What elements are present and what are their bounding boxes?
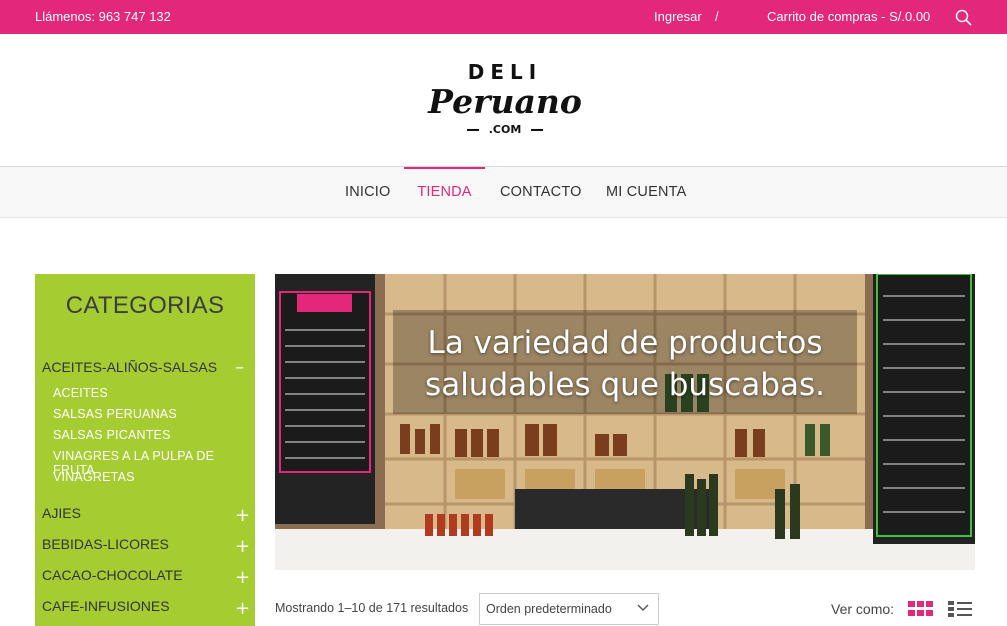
search-icon[interactable] xyxy=(955,9,973,27)
top-bar: Llámenos: 963 747 132 Ingresar / Carrito… xyxy=(0,0,1007,34)
subcategory-salsas-picantes[interactable]: SALSAS PICANTES xyxy=(53,428,171,442)
expand-icon[interactable]: + xyxy=(235,538,250,556)
chevron-down-icon xyxy=(636,601,650,615)
nav-item-contacto[interactable]: CONTACTO xyxy=(500,167,582,218)
order-select[interactable]: Orden predeterminado xyxy=(479,593,659,625)
category-cacao-chocolate[interactable]: CACAO-CHOCOLATE xyxy=(42,567,183,583)
view-as-label: Ver como: xyxy=(831,601,895,617)
category-cafe-infusiones[interactable]: CAFE-INFUSIONES xyxy=(42,598,170,614)
collapse-icon[interactable]: – xyxy=(235,359,244,377)
sidebar-title: CATEGORIAS xyxy=(65,292,225,319)
expand-icon[interactable]: + xyxy=(235,600,250,618)
order-select-value: Orden predeterminado xyxy=(486,602,612,616)
logo-line-peruano: Peruano xyxy=(428,82,582,121)
subcategory-salsas-peruanas[interactable]: SALSAS PERUANAS xyxy=(53,407,177,421)
nav-item-mi-cuenta[interactable]: MI CUENTA xyxy=(606,167,686,218)
category-bebidas-licores[interactable]: BEBIDAS-LICORES xyxy=(42,536,169,552)
store-shelves-illustration xyxy=(275,274,975,570)
logo-dash-left xyxy=(466,129,479,131)
logo-dash-right xyxy=(531,129,544,131)
login-link[interactable]: Ingresar xyxy=(654,9,702,24)
cart-link[interactable]: Carrito de compras - S/.0.00 xyxy=(767,9,930,24)
expand-icon[interactable]: + xyxy=(235,569,250,587)
category-aceites-alinos-salsas[interactable]: ACEITES-ALIÑOS-SALSAS xyxy=(42,359,217,375)
logo-line-deli: DELI xyxy=(467,60,543,84)
category-ajies[interactable]: AJIES xyxy=(42,505,81,521)
nav-item-tienda[interactable]: TIENDA xyxy=(404,167,485,218)
hero-banner[interactable]: La variedad de productos saludables que … xyxy=(275,274,975,570)
subcategory-aceites[interactable]: ACEITES xyxy=(53,386,108,400)
grid-view-icon[interactable] xyxy=(908,601,934,617)
banner-headline-line-2: saludables que buscabas. xyxy=(425,367,825,403)
subcategory-vinagretas[interactable]: VINAGRETAS xyxy=(53,470,135,484)
nav-item-inicio[interactable]: INICIO xyxy=(345,167,391,218)
expand-icon[interactable]: + xyxy=(235,507,250,525)
categories-sidebar: CATEGORIAS ACEITES-ALIÑOS-SALSAS – ACEIT… xyxy=(35,274,255,626)
logo-line-com: .COM xyxy=(420,122,590,138)
phone-number: Llámenos: 963 747 132 xyxy=(35,9,171,24)
top-separator: / xyxy=(715,9,719,24)
results-count: Mostrando 1–10 de 171 resultados xyxy=(275,601,469,615)
site-logo[interactable]: DELI Peruano .COM xyxy=(420,60,590,145)
banner-headline-line-1: La variedad de productos xyxy=(427,325,823,361)
list-view-icon[interactable] xyxy=(948,601,972,617)
logo-com-text: .COM xyxy=(488,123,522,136)
banner-headline: La variedad de productos saludables que … xyxy=(375,322,875,406)
main-nav: INICIO TIENDA CONTACTO MI CUENTA xyxy=(0,166,1007,218)
